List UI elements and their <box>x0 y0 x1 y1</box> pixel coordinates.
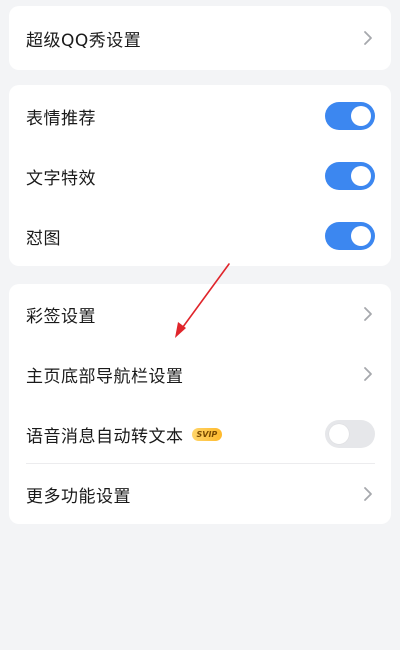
settings-card-more: 彩签设置 主页底部导航栏设置 语音消息自动转文本 SVIP 更多功能设置 <box>9 284 391 524</box>
setting-label: 彩签设置 <box>26 306 96 327</box>
setting-label: 超级QQ秀设置 <box>26 30 142 51</box>
setting-row-home-nav-bar[interactable]: 主页底部导航栏设置 <box>9 344 391 404</box>
setting-row-emoji-recommend: 表情推荐 <box>9 86 391 146</box>
setting-label: 文字特效 <box>26 168 96 189</box>
toggle-switch-on[interactable] <box>325 162 375 190</box>
svip-badge: SVIP <box>191 427 223 441</box>
setting-label: 语音消息自动转文本 <box>26 426 184 447</box>
settings-card-top: 超级QQ秀设置 <box>9 6 391 70</box>
setting-row-diss-image: 怼图 <box>9 206 391 266</box>
toggle-knob <box>351 226 371 246</box>
setting-label: 主页底部导航栏设置 <box>26 366 184 387</box>
setting-label: 怼图 <box>26 228 61 249</box>
setting-row-color-tag[interactable]: 彩签设置 <box>9 284 391 344</box>
chevron-right-icon <box>364 31 372 45</box>
chevron-right-icon <box>364 367 372 381</box>
toggle-switch-off[interactable] <box>325 420 375 448</box>
settings-card-toggles: 表情推荐 文字特效 怼图 <box>9 85 391 266</box>
toggle-switch-on[interactable] <box>325 222 375 250</box>
setting-row-voice-to-text: 语音消息自动转文本 SVIP <box>9 404 391 464</box>
toggle-knob <box>351 106 371 126</box>
setting-row-text-effects: 文字特效 <box>9 146 391 206</box>
toggle-knob <box>351 166 371 186</box>
setting-row-super-qq-show[interactable]: 超级QQ秀设置 <box>9 6 391 70</box>
setting-label: 更多功能设置 <box>26 486 131 507</box>
chevron-right-icon <box>364 307 372 321</box>
setting-row-more-features[interactable]: 更多功能设置 <box>9 464 391 524</box>
toggle-knob <box>329 424 349 444</box>
setting-label: 表情推荐 <box>26 108 96 129</box>
chevron-right-icon <box>364 487 372 501</box>
toggle-switch-on[interactable] <box>325 102 375 130</box>
